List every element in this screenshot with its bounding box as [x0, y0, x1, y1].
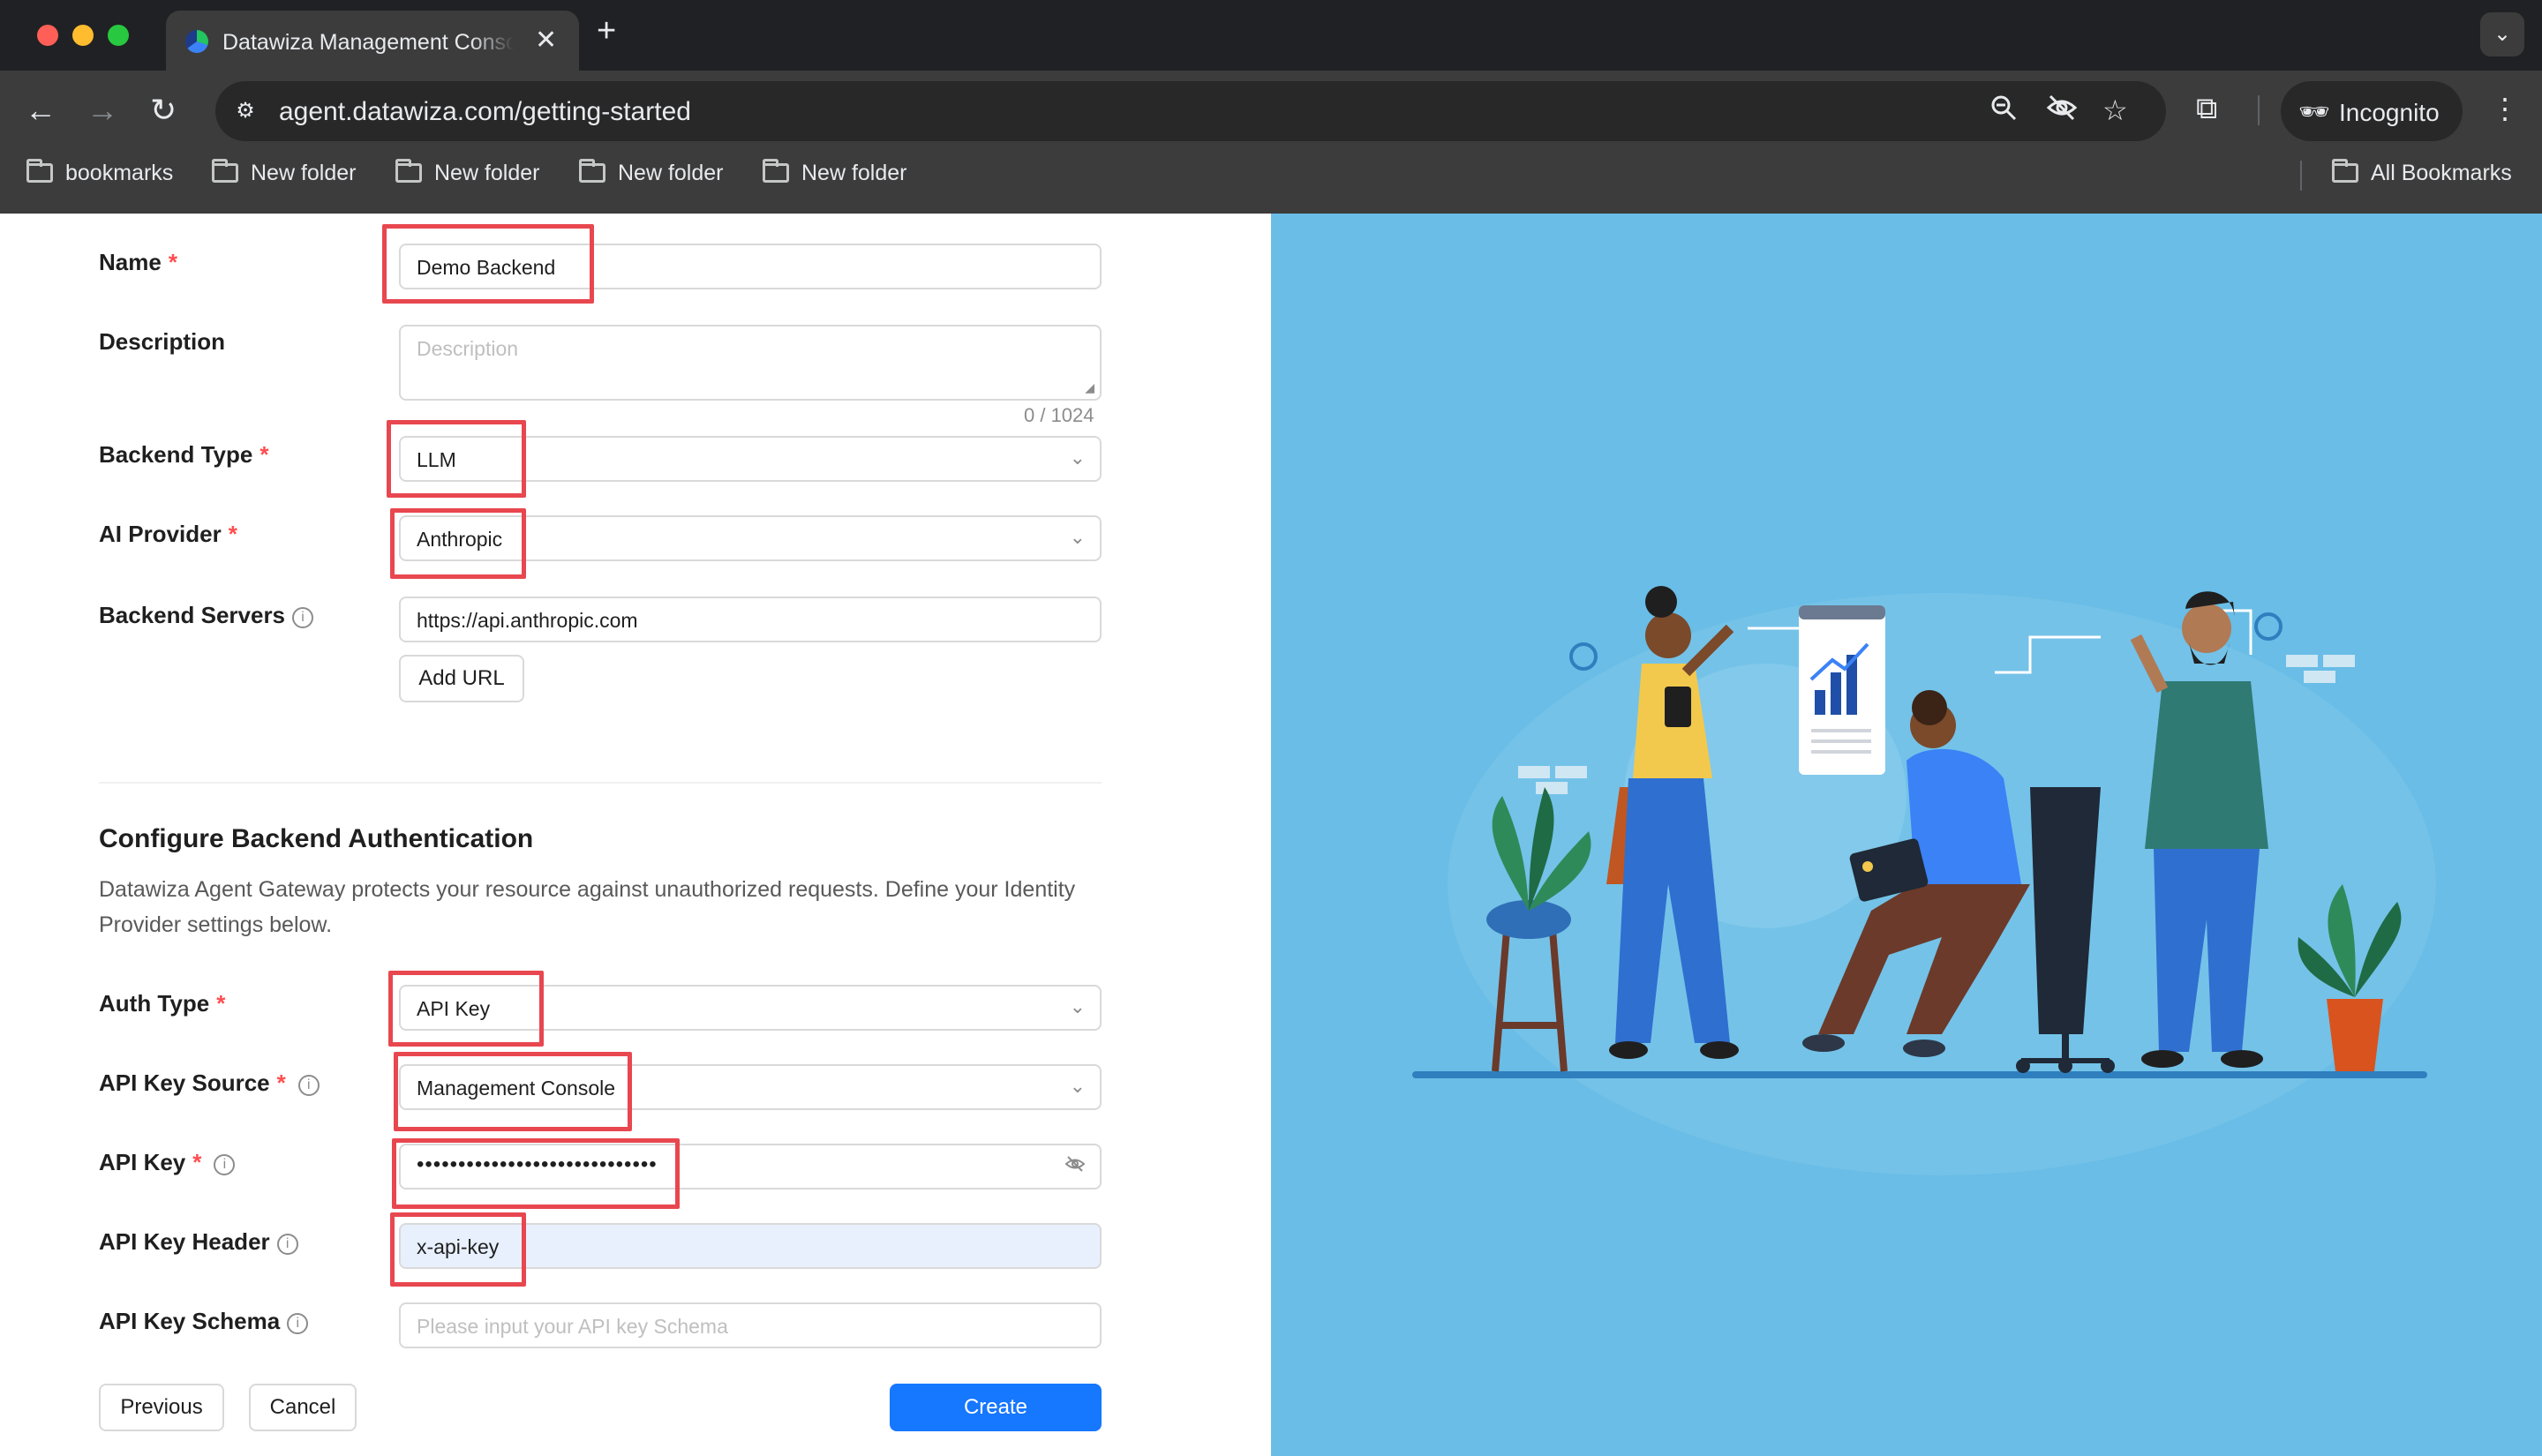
- bookmarks-bar: bookmarks New folder New folder New fold…: [0, 152, 2542, 201]
- maximize-window-button[interactable]: [108, 25, 129, 46]
- folder-icon: [26, 159, 53, 183]
- tab-close-icon[interactable]: ✕: [535, 25, 557, 56]
- api-key-schema-placeholder: Please input your API key Schema: [417, 1315, 728, 1338]
- section-divider: [99, 782, 1102, 784]
- info-icon[interactable]: i: [287, 1313, 309, 1334]
- zoom-out-icon[interactable]: [1989, 94, 2018, 129]
- tab-search-chevron-icon[interactable]: ⌄: [2480, 12, 2524, 56]
- folder-icon: [212, 159, 238, 183]
- previous-button[interactable]: Previous: [99, 1384, 224, 1431]
- bookmark-folder[interactable]: New folder: [579, 159, 724, 186]
- minimize-window-button[interactable]: [72, 25, 94, 46]
- description-textarea[interactable]: Description ◢: [399, 325, 1102, 401]
- cancel-button[interactable]: Cancel: [249, 1384, 357, 1431]
- bookmark-folder[interactable]: New folder: [395, 159, 540, 186]
- bookmarks-divider: [2300, 161, 2302, 191]
- folder-icon: [763, 159, 789, 183]
- tab-strip: Datawiza Management Console ✕ + ⌄: [0, 0, 2542, 71]
- incognito-icon: 🕶: [2298, 98, 2330, 125]
- toolbar-divider: [2258, 95, 2260, 125]
- name-value: Demo Backend: [417, 256, 556, 279]
- description-label: Description: [99, 328, 226, 355]
- forward-arrow-icon[interactable]: →: [86, 92, 118, 129]
- url-text[interactable]: agent.datawiza.com/getting-started: [279, 97, 691, 127]
- add-url-button[interactable]: Add URL: [399, 655, 524, 702]
- ai-provider-label: AI Provider *: [99, 521, 237, 547]
- bookmark-folder[interactable]: New folder: [212, 159, 357, 186]
- api-key-schema-input[interactable]: Please input your API key Schema: [399, 1302, 1102, 1348]
- backend-server-url-input[interactable]: https://api.anthropic.com: [399, 597, 1102, 642]
- bookmark-star-icon[interactable]: ☆: [2102, 94, 2128, 127]
- incognito-label: Incognito: [2339, 99, 2440, 126]
- info-icon[interactable]: i: [297, 1075, 320, 1096]
- backend-servers-label: Backend Servers i: [99, 602, 314, 629]
- browser-chrome: Datawiza Management Console ✕ + ⌄ ← → ↻ …: [0, 0, 2542, 214]
- folder-icon: [2332, 159, 2358, 183]
- api-key-header-label: API Key Header i: [99, 1228, 298, 1256]
- browser-tab[interactable]: Datawiza Management Console ✕: [166, 11, 579, 71]
- backend-type-label: Backend Type *: [99, 441, 269, 468]
- chevron-down-icon: ⌄: [1069, 1075, 1086, 1097]
- chevron-down-icon: ⌄: [1069, 995, 1086, 1017]
- back-arrow-icon[interactable]: ←: [25, 92, 56, 129]
- auth-type-value: API Key: [417, 997, 491, 1020]
- more-menu-icon[interactable]: ⋮: [2491, 92, 2519, 125]
- folder-icon: [579, 159, 605, 183]
- name-input[interactable]: Demo Backend: [399, 244, 1102, 289]
- reload-icon[interactable]: ↻: [150, 92, 177, 129]
- bookmark-folder[interactable]: New folder: [763, 159, 907, 186]
- backend-server-url-value: https://api.anthropic.com: [417, 609, 638, 632]
- api-key-header-value: x-api-key: [417, 1235, 500, 1258]
- extensions-icon[interactable]: ⧉: [2196, 92, 2217, 126]
- api-key-source-value: Management Console: [417, 1077, 616, 1100]
- auth-section-title: Configure Backend Authentication: [99, 824, 534, 853]
- info-icon[interactable]: i: [214, 1154, 236, 1175]
- chevron-down-icon: ⌄: [1069, 526, 1086, 548]
- backend-type-value: LLM: [417, 448, 456, 471]
- address-bar[interactable]: ⚙ agent.datawiza.com/getting-started ☆: [215, 81, 2166, 141]
- api-key-source-select[interactable]: Management Console ⌄: [399, 1064, 1102, 1110]
- incognito-badge[interactable]: 🕶 Incognito: [2281, 81, 2463, 141]
- description-placeholder: Description: [417, 337, 519, 360]
- ai-provider-select[interactable]: Anthropic ⌄: [399, 515, 1102, 561]
- eye-invisible-icon[interactable]: [1064, 1154, 1086, 1179]
- api-key-password-input[interactable]: •••••••••••••••••••••••••••••: [399, 1144, 1102, 1190]
- chevron-down-icon: ⌄: [1069, 447, 1086, 469]
- auth-type-label: Auth Type *: [99, 990, 226, 1017]
- api-key-source-label: API Key Source * i: [99, 1069, 320, 1097]
- page-content: Name * Demo Backend Description Descripti…: [0, 214, 2542, 1456]
- api-key-schema-label: API Key Schema i: [99, 1308, 309, 1335]
- team-working-illustration: [1412, 586, 2436, 1175]
- bookmark-folder[interactable]: bookmarks: [26, 159, 173, 186]
- new-tab-icon[interactable]: +: [597, 14, 616, 48]
- eye-off-icon[interactable]: [2046, 94, 2078, 129]
- auth-type-select[interactable]: API Key ⌄: [399, 985, 1102, 1031]
- backend-form: Name * Demo Backend Description Descripti…: [0, 214, 1271, 1456]
- resize-handle-icon[interactable]: ◢: [1085, 380, 1094, 395]
- site-settings-icon[interactable]: ⚙: [231, 97, 259, 125]
- tab-title: Datawiza Management Console: [222, 30, 514, 55]
- illustration-panel: [1271, 214, 2542, 1456]
- auth-section-description: Datawiza Agent Gateway protects your res…: [99, 877, 1076, 937]
- folder-icon: [395, 159, 422, 183]
- api-key-label: API Key * i: [99, 1149, 236, 1176]
- info-icon[interactable]: i: [292, 607, 314, 628]
- description-char-counter: 0 / 1024: [1024, 404, 1094, 426]
- ai-provider-value: Anthropic: [417, 528, 503, 551]
- api-key-masked-value: •••••••••••••••••••••••••••••: [417, 1152, 658, 1176]
- close-window-button[interactable]: [37, 25, 58, 46]
- create-button[interactable]: Create: [890, 1384, 1102, 1431]
- datawiza-favicon-icon: [185, 30, 208, 53]
- api-key-header-input[interactable]: x-api-key: [399, 1223, 1102, 1269]
- name-label: Name *: [99, 249, 177, 275]
- backend-type-select[interactable]: LLM ⌄: [399, 436, 1102, 482]
- info-icon[interactable]: i: [276, 1234, 298, 1255]
- all-bookmarks[interactable]: All Bookmarks: [2332, 159, 2512, 186]
